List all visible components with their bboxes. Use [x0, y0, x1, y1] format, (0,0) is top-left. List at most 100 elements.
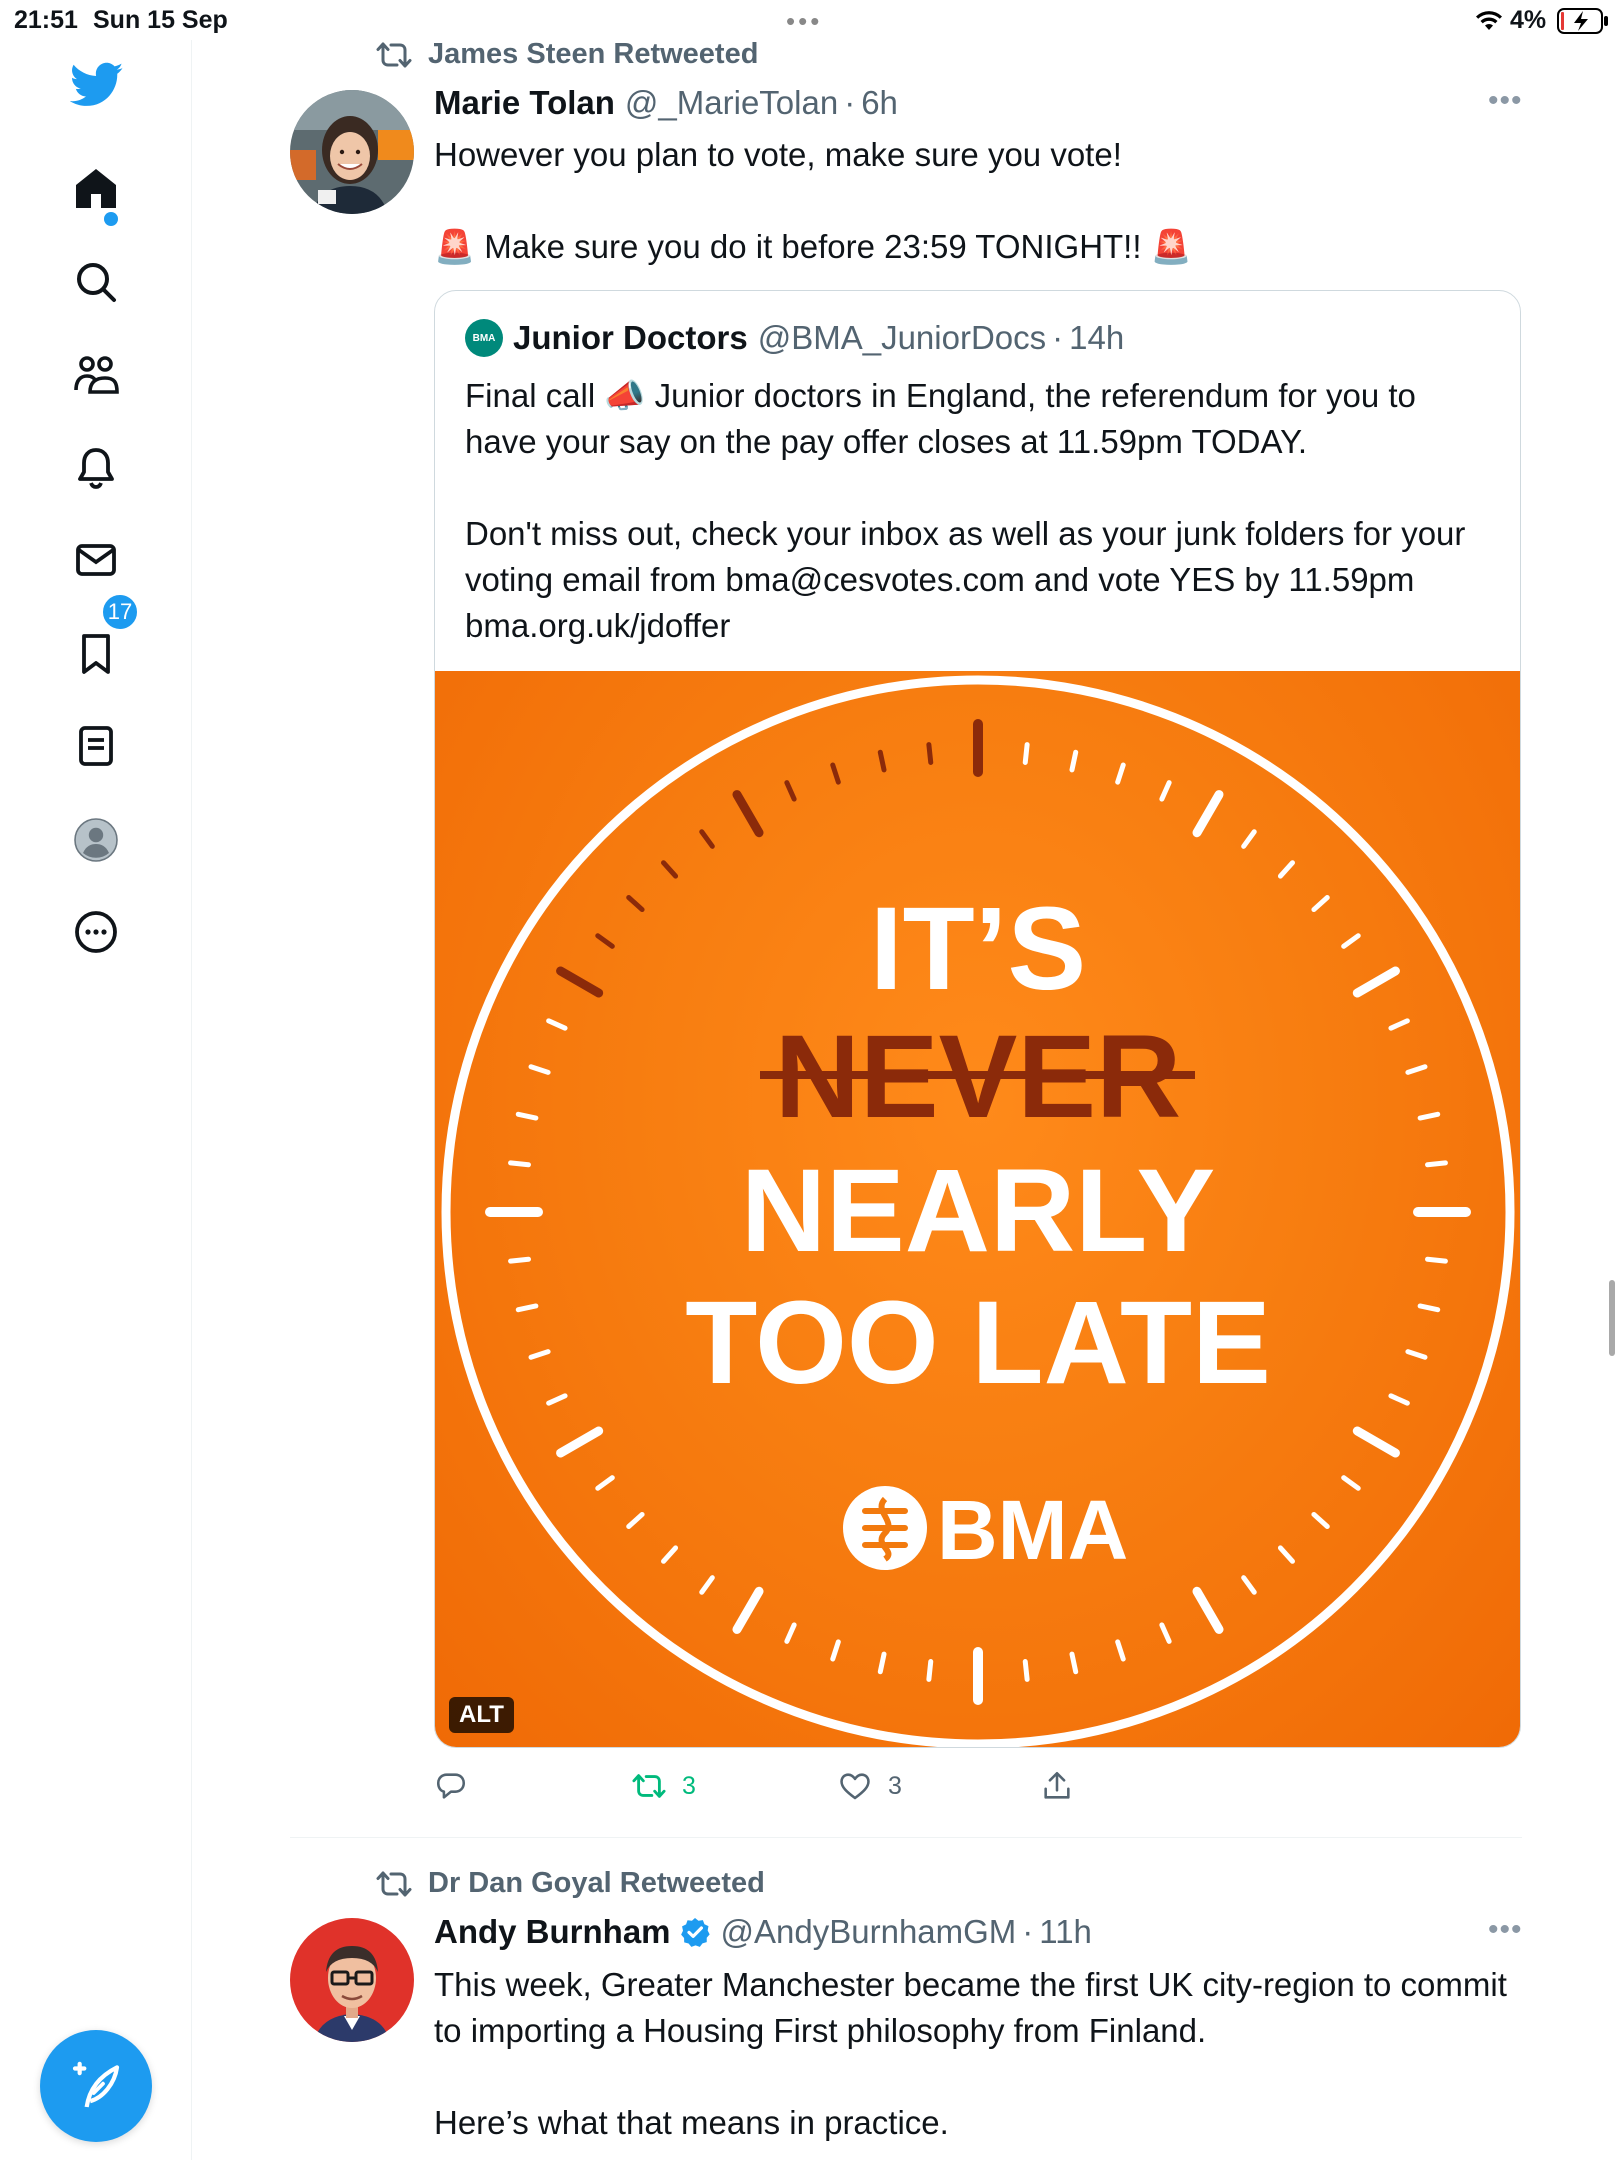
multitasking-dots-icon[interactable]: •••	[786, 6, 822, 37]
clock-tick-mark	[1241, 1575, 1257, 1595]
clock-tick-mark	[1115, 762, 1126, 785]
home-icon	[76, 169, 116, 208]
share-icon	[1044, 1771, 1070, 1799]
poster-line-nearly: NEARLY	[741, 1145, 1215, 1277]
nav-bookmarks[interactable]	[70, 628, 122, 680]
clock-tick-mark	[1069, 749, 1079, 773]
reply-button[interactable]	[434, 1766, 484, 1806]
tweet-text: This week, Greater Manchester became the…	[434, 1962, 1514, 2146]
retweet-count: 3	[682, 1771, 696, 1800]
clock-tick-mark	[784, 780, 797, 802]
bookmark-icon	[82, 634, 110, 674]
clock-tick-mark	[595, 933, 615, 949]
quoted-tweet-timestamp: 14h	[1069, 319, 1125, 356]
author-name[interactable]: Andy Burnham	[434, 1913, 671, 1951]
wifi-icon	[1476, 11, 1502, 30]
user-photo	[290, 90, 414, 214]
quoted-tweet-header: BMA Junior Doctors @BMA_JuniorDocs · 14h	[465, 319, 1124, 357]
clock-tick-mark	[926, 1659, 934, 1682]
avatar[interactable]	[290, 1918, 414, 2042]
compose-button[interactable]	[40, 2030, 152, 2142]
clock-tick-mark	[699, 829, 715, 849]
nav-more[interactable]	[70, 906, 122, 958]
clock-tick-mark	[926, 742, 934, 765]
clock-tick-mark	[1115, 1639, 1126, 1662]
quoted-text-paragraph: Final call 📣 Junior doctors in England, …	[465, 377, 1416, 460]
header-separator: ·	[844, 84, 856, 121]
quoted-author-avatar: BMA	[465, 319, 503, 357]
tweet-more-icon[interactable]: •••	[1488, 84, 1523, 118]
clock-tick-mark	[556, 966, 604, 998]
retweet-context[interactable]: James Steen Retweeted	[376, 38, 758, 71]
header-separator: ·	[1052, 319, 1064, 356]
quoted-text-paragraph: Don't miss out, check your inbox as well…	[465, 515, 1466, 644]
clock-tick-mark	[661, 1545, 679, 1564]
clock-tick-mark	[515, 1303, 539, 1313]
nav-home[interactable]	[70, 162, 122, 214]
clock-tick-mark	[1388, 1018, 1410, 1031]
clock-tick-mark	[546, 1393, 568, 1406]
clock-tick-mark	[1069, 1651, 1079, 1675]
bell-icon	[78, 448, 114, 489]
author-name[interactable]: Marie Tolan	[434, 84, 615, 122]
twitter-logo-icon[interactable]	[70, 62, 124, 108]
scrollbar-thumb[interactable]	[1609, 1280, 1615, 1356]
tweet-more-icon[interactable]: •••	[1488, 1913, 1523, 1947]
clock-tick-mark	[626, 895, 645, 913]
clock-tick-mark	[661, 860, 679, 879]
lists-icon	[79, 726, 113, 766]
clock-tick-mark	[1405, 1064, 1428, 1075]
tweet-text-line: This week, Greater Manchester became the…	[434, 1966, 1507, 2049]
avatar[interactable]	[290, 90, 414, 214]
tweet-timestamp[interactable]: 11h	[1039, 1913, 1092, 1951]
retweet-context-label: James Steen Retweeted	[428, 38, 759, 70]
clock-tick-mark	[1277, 1545, 1295, 1564]
like-count: 3	[888, 1771, 902, 1800]
retweet-context[interactable]: Dr Dan Goyal Retweeted	[376, 1867, 765, 1900]
clock-tick-mark	[699, 1575, 715, 1595]
status-bar: 21:51 Sun 15 Sep ••• 4%	[0, 0, 1620, 40]
tweet-timestamp[interactable]: 6h	[861, 84, 898, 122]
verified-badge-icon	[680, 1918, 710, 1947]
mail-icon	[76, 544, 116, 576]
tweet-text-line: Here’s what that means in practice.	[434, 2104, 949, 2141]
clock-tick-mark	[1311, 1511, 1330, 1529]
tweet-divider	[290, 1837, 1522, 1838]
notifications-badge: 17	[100, 592, 140, 632]
nav-profile[interactable]	[70, 814, 122, 866]
nav-explore[interactable]	[70, 256, 122, 308]
compose-feather-icon	[72, 2061, 120, 2108]
clock-tick-mark	[732, 1586, 764, 1634]
retweet-button[interactable]: 3	[632, 1766, 696, 1806]
status-time: 21:51	[14, 6, 78, 34]
quoted-tweet[interactable]: BMA Junior Doctors @BMA_JuniorDocs · 14h…	[434, 290, 1521, 1748]
battery-percent: 4%	[1510, 6, 1547, 34]
like-button[interactable]: 3	[838, 1766, 902, 1806]
clock-tick-mark	[1352, 966, 1400, 998]
alt-text-badge[interactable]: ALT	[449, 1697, 514, 1733]
clock-tick-mark	[556, 1426, 604, 1458]
nav-messages[interactable]	[70, 534, 122, 586]
sidebar: 17	[0, 40, 192, 2160]
clock-tick-mark	[1417, 1111, 1441, 1121]
share-button[interactable]	[1040, 1766, 1074, 1806]
clock-tick-mark	[877, 749, 887, 773]
clock-tick-mark	[508, 1160, 531, 1168]
poster-line-too-late: TOO LATE	[685, 1277, 1271, 1409]
quoted-tweet-text: Final call 📣 Junior doctors in England, …	[465, 373, 1495, 649]
quoted-tweet-image[interactable]: IT’S NEVER NEARLY TOO LATE BMA ALT	[435, 671, 1520, 1747]
clock-tick-mark	[1311, 895, 1330, 913]
author-handle[interactable]: @AndyBurnhamGM	[721, 1913, 1017, 1951]
clock-tick-mark	[732, 790, 764, 838]
clock-tick-mark	[528, 1349, 551, 1360]
tweet-header: Marie Tolan @_MarieTolan · 6h	[434, 84, 898, 122]
author-handle[interactable]: @_MarieTolan	[625, 84, 838, 122]
clock-tick-mark	[1022, 1659, 1030, 1682]
poster-line-its: IT’S	[870, 883, 1086, 1015]
retweet-context-label: Dr Dan Goyal Retweeted	[428, 1867, 765, 1899]
nav-communities[interactable]	[70, 348, 122, 400]
nav-notifications[interactable]	[70, 442, 122, 494]
nav-lists[interactable]	[70, 720, 122, 772]
clock-tick-mark	[830, 762, 841, 785]
bma-wordmark: BMA	[937, 1483, 1128, 1577]
